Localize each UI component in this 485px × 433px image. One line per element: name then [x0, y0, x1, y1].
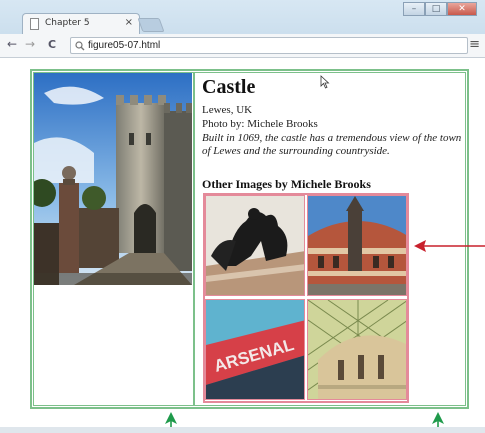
- image-gallery: ARSENAL: [203, 193, 409, 403]
- column-divider: [193, 72, 195, 406]
- window-controls: – □ ✕: [403, 2, 477, 18]
- page-icon: [30, 18, 39, 30]
- url-text: figure05-07.html: [88, 40, 161, 51]
- bottom-scrollbar[interactable]: [0, 427, 485, 433]
- maximize-button[interactable]: □: [425, 2, 447, 16]
- address-bar[interactable]: figure05-07.html: [70, 37, 468, 54]
- location-text: Lewes, UK: [202, 104, 253, 116]
- minimize-button[interactable]: –: [403, 2, 425, 16]
- thumbnail-concert-hall[interactable]: [307, 195, 407, 296]
- tab-close-icon[interactable]: ×: [125, 17, 133, 28]
- description-text: Built in 1069, the castle has a tremendo…: [202, 132, 462, 157]
- gallery-heading: Other Images by Michele Brooks: [202, 177, 371, 191]
- castle-photo: [34, 73, 192, 285]
- search-icon: [75, 41, 85, 51]
- close-window-button[interactable]: ✕: [447, 2, 477, 16]
- photo-credit: Photo by: Michele Brooks: [202, 118, 318, 130]
- web-page: Castle Lewes, UK Photo by: Michele Brook…: [0, 58, 485, 433]
- forward-icon[interactable]: →: [25, 37, 35, 51]
- thumbnail-chariot-statue[interactable]: [205, 195, 305, 296]
- menu-icon[interactable]: ≡: [469, 37, 480, 52]
- browser-toolbar: ← → C figure05-07.html ≡: [0, 34, 485, 58]
- reload-icon[interactable]: C: [48, 38, 56, 51]
- mouse-cursor-icon: [320, 75, 330, 89]
- browser-tab[interactable]: Chapter 5 ×: [22, 13, 140, 34]
- new-tab-button[interactable]: [137, 18, 165, 32]
- page-title: Castle: [202, 76, 256, 98]
- thumbnail-arsenal-stadium[interactable]: ARSENAL: [205, 299, 305, 400]
- browser-chrome: Chapter 5 × – □ ✕ ← → C figure05-07.html…: [0, 0, 485, 58]
- back-icon[interactable]: ←: [7, 37, 17, 51]
- thumbnail-glass-roof-dome[interactable]: [307, 299, 407, 400]
- annotation-arrow-red-icon: [414, 240, 485, 252]
- tab-title: Chapter 5: [45, 18, 90, 28]
